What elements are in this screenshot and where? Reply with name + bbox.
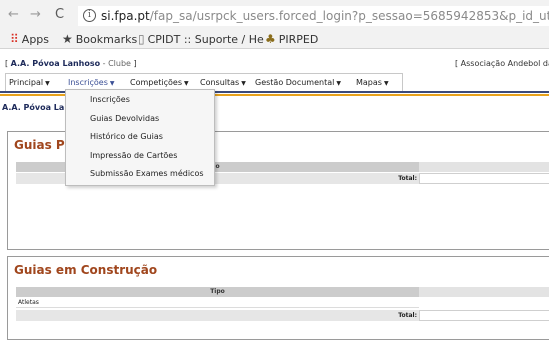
bookmark-label: Bookmarks xyxy=(75,33,138,46)
address-bar[interactable]: i si.fpa.pt/fap_sa/usrpck_users.forced_l… xyxy=(78,6,549,26)
menu-label: Inscrições xyxy=(68,78,108,87)
caret-down-icon: ▼ xyxy=(109,80,115,87)
menu-label: Consultas xyxy=(200,78,240,87)
pirped-icon: ♣ xyxy=(265,32,276,46)
apps-grid-icon: ⠿ xyxy=(10,32,19,46)
bookmarks-bar: ⠿ Apps ★ Bookmarks ▯ CPIDT :: Suporte / He … xyxy=(0,31,549,49)
caret-down-icon: ▼ xyxy=(383,80,389,87)
bookmark-apps[interactable]: ⠿ Apps xyxy=(10,32,49,47)
url-text[interactable]: si.fpa.pt/fap_sa/usrpck_users.forced_log… xyxy=(101,8,549,24)
browser-toolbar: ← → C i si.fpa.pt/fap_sa/usrpck_users.fo… xyxy=(0,0,549,31)
caret-down-icon: ▼ xyxy=(184,80,189,87)
menu-gestao-documental[interactable]: Gestão Documental ▼ xyxy=(255,78,341,87)
association-label: [ Associação Andebol da xyxy=(455,59,549,68)
url-host: si.fpa.pt xyxy=(101,9,150,23)
page-icon: ▯ xyxy=(138,32,145,46)
table-header-extra xyxy=(419,287,549,297)
table-header-tipo: Tipo xyxy=(16,287,419,297)
dropdown-item-guias-devolvidas[interactable]: Guias Devolvidas xyxy=(90,114,159,123)
reload-icon[interactable]: C xyxy=(55,7,64,23)
bookmark-bookmarks[interactable]: ★ Bookmarks xyxy=(62,32,137,47)
caret-down-icon: ▼ xyxy=(336,80,341,87)
menu-mapas[interactable]: Mapas ▼ xyxy=(356,78,389,87)
caret-down-icon: ▼ xyxy=(45,80,50,87)
menu-consultas[interactable]: Consultas ▼ xyxy=(200,78,246,87)
total-label: Total: xyxy=(16,310,419,321)
table-header-extra xyxy=(419,162,549,172)
club-header: [ A.A. Póvoa Lanhoso - Clube ] xyxy=(5,59,137,68)
bracket-close: ] xyxy=(133,59,137,68)
menu-label: Mapas xyxy=(356,78,382,87)
menu-label: Gestão Documental xyxy=(255,78,335,87)
menu-label: Principal xyxy=(9,78,44,87)
section-club-title: A.A. Póvoa La xyxy=(2,103,65,112)
club-name: A.A. Póvoa Lanhoso xyxy=(10,59,101,68)
dropdown-item-historico-guias[interactable]: Histórico de Guias xyxy=(90,132,163,141)
menu-inscricoes[interactable]: Inscrições ▼ xyxy=(68,78,115,87)
panel-title: Guias em Construção xyxy=(14,263,158,277)
bookmark-label: CPIDT :: Suporte / He xyxy=(147,33,264,46)
separator: - xyxy=(102,59,106,68)
star-icon: ★ xyxy=(62,32,73,46)
guias-em-construcao-panel: Guias em Construção Tipo Atletas Total: xyxy=(7,256,549,340)
total-value-cell xyxy=(419,173,549,184)
club-kind: Clube xyxy=(108,59,131,68)
bookmark-cpidt[interactable]: ▯ CPIDT :: Suporte / He xyxy=(138,32,264,47)
dropdown-item-submissao-exames[interactable]: Submissão Exames médicos xyxy=(90,169,204,178)
back-arrow-icon[interactable]: ← xyxy=(8,7,19,23)
forward-arrow-icon[interactable]: → xyxy=(30,7,41,23)
bracket-open: [ xyxy=(5,59,9,68)
site-info-icon[interactable]: i xyxy=(83,9,96,22)
bookmark-label: Apps xyxy=(21,33,50,46)
url-path: /fap_sa/usrpck_users.forced_login?p_sess… xyxy=(149,9,549,23)
caret-down-icon: ▼ xyxy=(241,80,246,87)
table-row: Atletas xyxy=(16,298,419,308)
bookmark-pirped[interactable]: ♣ PIRPED xyxy=(265,32,318,47)
inscricoes-dropdown: Inscrições Guias Devolvidas Histórico de… xyxy=(65,89,215,186)
menu-principal[interactable]: Principal ▼ xyxy=(9,78,50,87)
menu-competicoes[interactable]: Competições ▼ xyxy=(130,78,189,87)
bookmark-label: PIRPED xyxy=(278,33,319,46)
menu-label: Competições xyxy=(130,78,183,87)
dropdown-item-inscricoes[interactable]: Inscrições xyxy=(90,95,130,104)
dropdown-item-impressao-cartoes[interactable]: Impressão de Cartões xyxy=(90,151,177,160)
total-value-cell xyxy=(419,310,549,321)
